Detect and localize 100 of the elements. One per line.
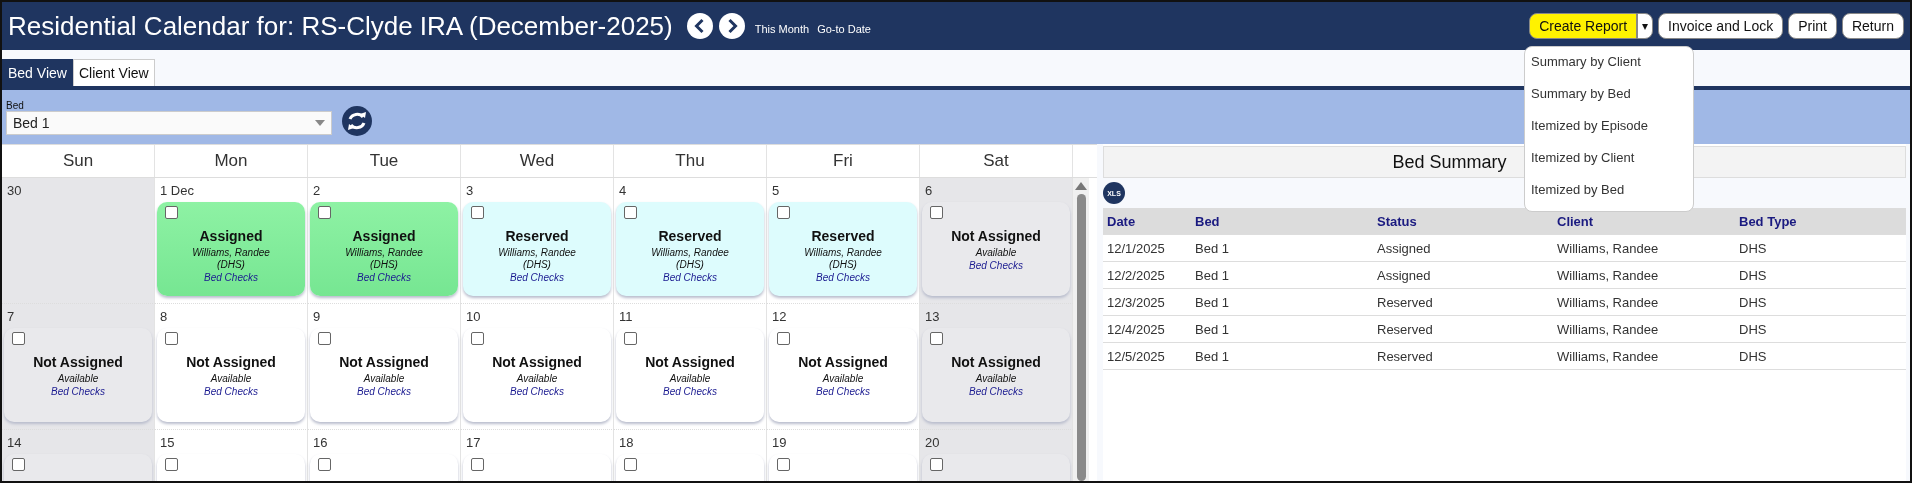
client-text: Williams, Randee: [498, 247, 576, 259]
checkbox[interactable]: [318, 206, 331, 219]
checkbox[interactable]: [318, 332, 331, 345]
column-header: Date: [1107, 213, 1137, 229]
checkbox[interactable]: [318, 458, 331, 471]
bed-checks-link[interactable]: Bed Checks: [204, 271, 258, 285]
header-link[interactable]: This Month: [754, 23, 810, 35]
bed-checks-link[interactable]: Bed Checks: [510, 271, 564, 285]
bed-checks-link[interactable]: Bed Checks: [51, 385, 105, 399]
table-cell-text: 12/5/2025: [1107, 348, 1166, 364]
booking-card[interactable]: Not Assigned Available Bed Checks: [4, 328, 152, 422]
weekday-header: Sun: [2, 145, 155, 177]
weekday-header: Tue: [308, 145, 461, 177]
client-text: Williams, Randee: [804, 247, 882, 259]
checkbox[interactable]: [777, 458, 790, 471]
tab[interactable]: Bed View: [2, 59, 73, 86]
table-cell-text: 12/3/2025: [1107, 294, 1166, 310]
scrollbar[interactable]: [1073, 178, 1089, 481]
checkbox[interactable]: [624, 332, 637, 345]
client-text: Available: [822, 373, 864, 385]
checkbox[interactable]: [930, 206, 943, 219]
weekday-header: Wed: [461, 145, 614, 177]
tab[interactable]: Client View: [72, 59, 155, 86]
booking-card[interactable]: Not Assigned Available Bed Checks: [157, 328, 305, 422]
bed-checks-link[interactable]: Bed Checks: [357, 385, 411, 399]
column-header: Bed: [1195, 213, 1221, 229]
booking-card[interactable]: Not Assigned Available Bed Checks: [922, 328, 1070, 422]
table-cell-text: Assigned: [1377, 267, 1432, 283]
header-button[interactable]: Print: [1788, 13, 1837, 39]
checkbox[interactable]: [165, 458, 178, 471]
day-number: 20: [924, 434, 941, 452]
table-cell-text: Bed 1: [1195, 348, 1230, 364]
day-number: 12: [771, 308, 788, 326]
weekday-header: Sat: [920, 145, 1073, 177]
checkbox[interactable]: [930, 458, 943, 471]
day-number: 17: [465, 434, 482, 452]
client-text: Available: [363, 373, 405, 385]
table-cell-text: Williams, Randee: [1557, 348, 1660, 364]
bed-checks-link[interactable]: Bed Checks: [969, 259, 1023, 273]
scrollbar-thumb[interactable]: [1076, 194, 1086, 481]
menu-item[interactable]: Itemized by Episode: [1525, 113, 1693, 145]
menu-item[interactable]: Itemized by Bed: [1525, 177, 1693, 209]
day-number: 9: [312, 308, 322, 326]
caret-icon[interactable]: [315, 119, 325, 126]
booking-card[interactable]: Not Assigned Available Bed Checks: [769, 328, 917, 422]
checkbox[interactable]: [165, 332, 178, 345]
checkbox[interactable]: [471, 332, 484, 345]
checkbox[interactable]: [930, 332, 943, 345]
booking-card[interactable]: Not Assigned Available Bed Checks: [922, 202, 1070, 296]
booking-card[interactable]: Not Assigned Available Bed Checks: [310, 328, 458, 422]
booking-card[interactable]: Not Assigned Available Bed Checks: [463, 328, 611, 422]
booking-card[interactable]: Reserved Williams, Randee (DHS) Bed Checks: [463, 202, 611, 296]
checkbox[interactable]: [12, 458, 25, 471]
checkbox[interactable]: [165, 206, 178, 219]
status-text: Not Assigned: [951, 354, 1041, 370]
checkbox[interactable]: [624, 458, 637, 471]
checkbox[interactable]: [471, 206, 484, 219]
menu-item[interactable]: Summary by Client: [1525, 49, 1693, 81]
booking-card[interactable]: Reserved Williams, Randee (DHS) Bed Checks: [616, 202, 764, 296]
scroll-up-icon[interactable]: [1075, 182, 1087, 190]
header-button[interactable]: Invoice and Lock: [1658, 13, 1784, 39]
checkbox[interactable]: [12, 332, 25, 345]
checkbox[interactable]: [777, 332, 790, 345]
bed-checks-link[interactable]: Bed Checks: [510, 385, 564, 399]
day-number: 16: [312, 434, 329, 452]
checkbox[interactable]: [624, 206, 637, 219]
status-text: Reserved: [505, 228, 569, 244]
checkbox[interactable]: [777, 206, 790, 219]
booking-card[interactable]: Assigned Williams, Randee (DHS) Bed Checks: [157, 202, 305, 296]
dropdown-toggle[interactable]: ▾: [1637, 13, 1654, 39]
menu-item[interactable]: Itemized by Client: [1525, 145, 1693, 177]
previous-icon[interactable]: [686, 13, 713, 39]
bed-checks-link[interactable]: Bed Checks: [816, 385, 870, 399]
bed-checks-link[interactable]: Bed Checks: [204, 385, 258, 399]
bed-checks-link[interactable]: Bed Checks: [816, 271, 870, 285]
status-text: Not Assigned: [339, 354, 429, 370]
next-icon[interactable]: [718, 13, 745, 39]
table-cell-text: DHS: [1739, 294, 1768, 310]
booking-card[interactable]: Assigned Williams, Randee (DHS) Bed Checks: [310, 202, 458, 296]
booking-card[interactable]: Not Assigned Available Bed Checks: [616, 328, 764, 422]
bed-checks-link[interactable]: Bed Checks: [357, 271, 411, 285]
table-cell-text: Williams, Randee: [1557, 267, 1660, 283]
header-button[interactable]: Create Report: [1529, 13, 1638, 39]
table-cell-text: Williams, Randee: [1557, 240, 1660, 256]
table-cell-text: Bed 1: [1195, 240, 1230, 256]
bed-checks-link[interactable]: Bed Checks: [969, 385, 1023, 399]
refresh-icon[interactable]: [342, 106, 372, 136]
day-number: 19: [771, 434, 788, 452]
menu-item[interactable]: Summary by Bed: [1525, 81, 1693, 113]
client-text: Available: [516, 373, 558, 385]
bed-checks-link[interactable]: Bed Checks: [663, 385, 717, 399]
checkbox[interactable]: [471, 458, 484, 471]
header-button[interactable]: Return: [1841, 13, 1904, 39]
table-cell-text: 12/2/2025: [1107, 267, 1166, 283]
bed-checks-link[interactable]: Bed Checks: [663, 271, 717, 285]
bed-select[interactable]: Bed 1: [6, 110, 332, 135]
header-link[interactable]: Go-to Date: [817, 23, 871, 35]
status-text: Not Assigned: [186, 354, 276, 370]
day-number: 18: [618, 434, 635, 452]
booking-card[interactable]: Reserved Williams, Randee (DHS) Bed Checks: [769, 202, 917, 296]
